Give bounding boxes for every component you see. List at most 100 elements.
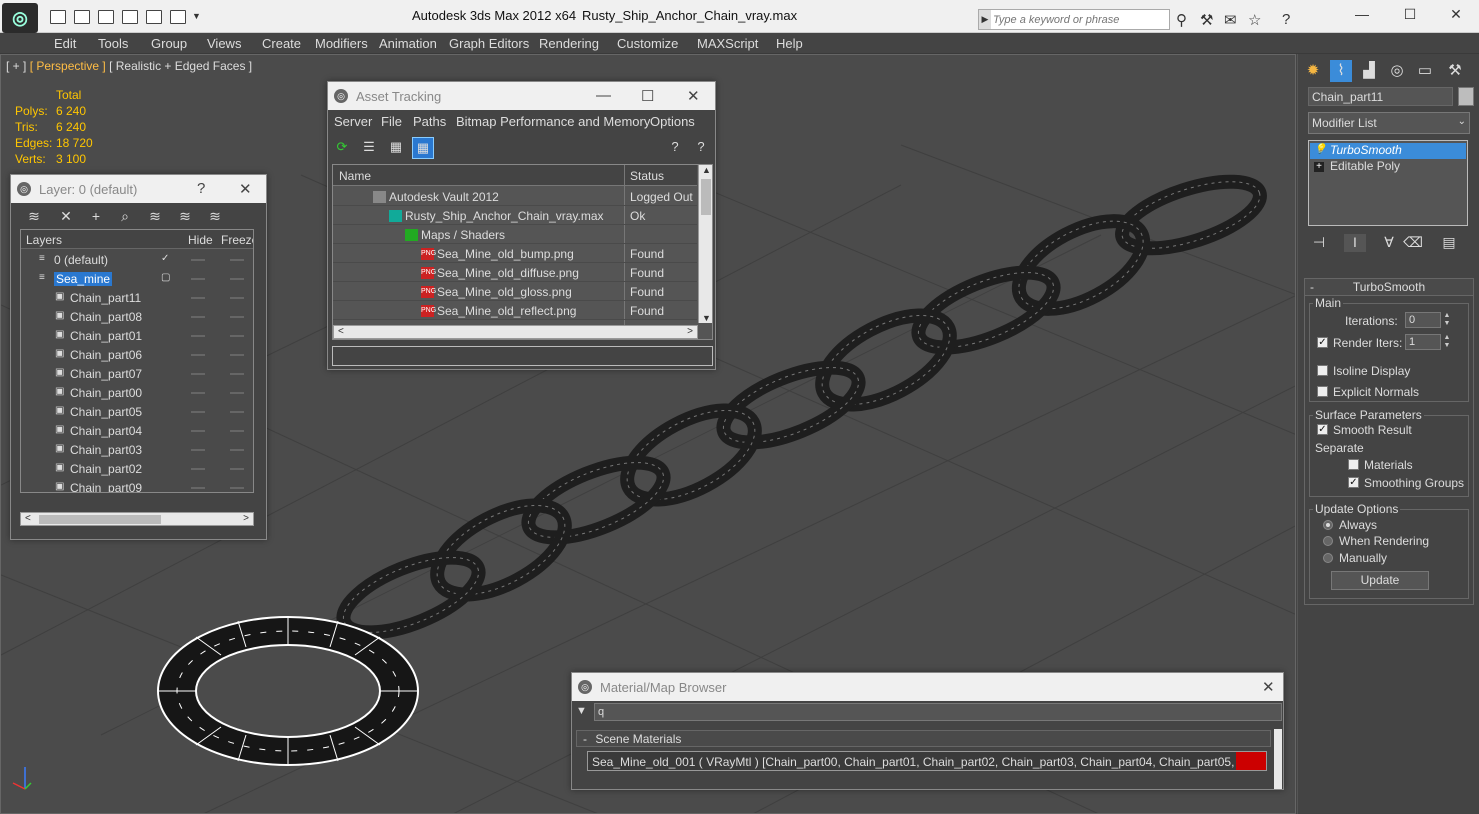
close-icon[interactable]: ✕ — [1262, 678, 1275, 696]
hide-toggle[interactable] — [191, 392, 205, 394]
viewport-shading-label[interactable]: [ Realistic + Edged Faces ] — [109, 59, 252, 73]
freeze-toggle[interactable] — [230, 449, 244, 451]
menu-customize[interactable]: Customize — [617, 36, 678, 51]
material-item[interactable]: Sea_Mine_old_001 ( VRayMtl ) [Chain_part… — [587, 751, 1267, 771]
minimize-icon[interactable]: — — [596, 87, 611, 104]
object-row[interactable]: ▣ Chain_part09 — [21, 478, 253, 492]
viewport-label[interactable]: [ + ] [ Perspective ] [ Realistic + Edge… — [6, 59, 252, 73]
stack-item-turbosmooth[interactable]: 💡 TurboSmooth — [1310, 143, 1466, 159]
scroll-thumb[interactable] — [701, 179, 711, 215]
render-iters-spinner[interactable]: 1 — [1405, 334, 1441, 350]
object-row[interactable]: ▣ Chain_part05 — [21, 402, 253, 421]
menu-rendering[interactable]: Rendering — [539, 36, 599, 51]
object-row[interactable]: ▣ Chain_part00 — [21, 383, 253, 402]
row-name[interactable]: Chain_part11 — [70, 291, 141, 305]
material-vertical-scrollbar[interactable] — [1274, 729, 1282, 789]
freeze-toggle[interactable] — [230, 373, 244, 375]
project-folder-icon[interactable] — [122, 10, 138, 24]
column-status[interactable]: Status — [630, 169, 664, 183]
minimize-icon[interactable]: — — [1352, 6, 1372, 24]
show-end-result-icon[interactable]: I — [1344, 234, 1366, 252]
object-color-swatch[interactable] — [1458, 87, 1474, 106]
menu-paths[interactable]: Paths — [413, 114, 446, 129]
menu-edit[interactable]: Edit — [54, 36, 76, 51]
row-name[interactable]: Chain_part05 — [70, 405, 142, 419]
menu-animation[interactable]: Animation — [379, 36, 437, 51]
close-icon[interactable]: ✕ — [687, 87, 700, 105]
lightbulb-icon[interactable]: 💡 — [1314, 144, 1326, 156]
object-row[interactable]: ▣ Chain_part11 — [21, 288, 253, 307]
hide-toggle[interactable] — [191, 487, 205, 489]
render-iters-checkbox[interactable]: ✓ — [1317, 337, 1328, 348]
menu-create[interactable]: Create — [262, 36, 301, 51]
hierarchy-tab-icon[interactable]: ▟ — [1358, 60, 1380, 82]
menu-graph-editors[interactable]: Graph Editors — [449, 36, 529, 51]
select-layer-icon[interactable]: ≋ — [146, 208, 164, 224]
column-hide[interactable]: Hide — [188, 233, 213, 247]
always-radio[interactable] — [1323, 520, 1333, 530]
materials-checkbox[interactable] — [1348, 459, 1359, 470]
pin-stack-icon[interactable]: ⊣ — [1308, 234, 1330, 252]
app-logo-icon[interactable]: ◎ — [2, 3, 38, 33]
hide-toggle[interactable] — [191, 297, 205, 299]
hide-toggle[interactable] — [191, 411, 205, 413]
undo-icon[interactable] — [146, 10, 162, 24]
utilities-tab-icon[interactable]: ⚒ — [1444, 60, 1466, 82]
object-row[interactable]: ▣ Chain_part07 — [21, 364, 253, 383]
row-name[interactable]: Sea_mine — [54, 272, 113, 286]
modifier-list-dropdown[interactable]: Modifier List ⌄ — [1308, 112, 1470, 134]
row-name[interactable]: Chain_part06 — [70, 348, 142, 362]
object-row[interactable]: ▣ Chain_part02 — [21, 459, 253, 478]
menu-modifiers[interactable]: Modifiers — [315, 36, 368, 51]
asset-vertical-scrollbar[interactable]: ▲ ▼ — [698, 165, 712, 323]
hide-toggle[interactable] — [191, 278, 205, 280]
smooth-result-checkbox[interactable]: ✓ — [1317, 424, 1328, 435]
asset-tracking-titlebar[interactable]: ◎ Asset Tracking — ☐ ✕ — [328, 82, 715, 110]
column-freeze[interactable]: Freeze — [221, 233, 253, 247]
freeze-toggle[interactable] — [230, 297, 244, 299]
asset-row[interactable]: Rusty_Ship_Anchor_Chain_vray.max Ok — [333, 206, 697, 225]
asset-row[interactable]: PNG Sea_Mine_old_bump.png Found — [333, 244, 697, 263]
object-row[interactable]: ▣ Chain_part01 — [21, 326, 253, 345]
table-view-icon[interactable]: ▦ — [412, 137, 434, 159]
scroll-right-icon[interactable]: > — [687, 326, 693, 337]
refresh-icon[interactable]: ⟳ — [331, 137, 353, 159]
add-to-layer-icon[interactable]: + — [87, 208, 105, 224]
freeze-toggle[interactable] — [230, 259, 244, 261]
help-icon[interactable]: ? — [664, 137, 686, 159]
material-browser-titlebar[interactable]: ◎ Material/Map Browser ✕ — [572, 673, 1283, 701]
explicit-normals-checkbox[interactable] — [1317, 386, 1328, 397]
layer-horizontal-scrollbar[interactable]: < > — [20, 512, 254, 526]
hide-toggle[interactable] — [191, 335, 205, 337]
layer-dialog-titlebar[interactable]: ◎ Layer: 0 (default) ? ✕ — [11, 175, 266, 203]
freeze-toggle[interactable] — [230, 278, 244, 280]
rollout-header[interactable]: - TurboSmooth — [1305, 279, 1473, 296]
select-objects-icon[interactable]: ⌕ — [116, 208, 134, 224]
row-name[interactable]: 0 (default) — [54, 253, 108, 267]
context-help-icon[interactable]: ? — [690, 137, 712, 159]
stack-item-editable-poly[interactable]: + Editable Poly — [1310, 159, 1466, 175]
menu-tools[interactable]: Tools — [98, 36, 128, 51]
new-layer-icon[interactable]: ≋ — [25, 208, 43, 224]
hide-toggle[interactable] — [191, 354, 205, 356]
hide-toggle[interactable] — [191, 468, 205, 470]
viewport-pov-label[interactable]: [ Perspective ] — [30, 59, 106, 73]
when-rendering-radio[interactable] — [1323, 536, 1333, 546]
object-row[interactable]: ▣ Chain_part03 — [21, 440, 253, 459]
menu-options[interactable]: Options — [650, 114, 695, 129]
asset-horizontal-scrollbar[interactable]: < > — [333, 325, 698, 339]
help-icon[interactable]: ? — [1282, 11, 1290, 28]
close-icon[interactable]: ✕ — [239, 180, 252, 198]
expand-plus-icon[interactable]: + — [1314, 162, 1324, 172]
scroll-right-icon[interactable]: > — [243, 513, 249, 524]
freeze-toggle[interactable] — [230, 354, 244, 356]
object-row[interactable]: ▣ Chain_part08 — [21, 307, 253, 326]
list-view-icon[interactable]: ☰ — [358, 137, 380, 159]
freeze-toggle[interactable] — [230, 316, 244, 318]
spinner-arrows-icon[interactable]: ▲ ▼ — [1442, 334, 1452, 350]
asset-row[interactable]: Maps / Shaders — [333, 225, 697, 244]
collapse-icon[interactable]: - — [1310, 279, 1314, 296]
infocenter-search[interactable]: ▶ — [978, 9, 1170, 30]
spinner-arrows-icon[interactable]: ▲ ▼ — [1442, 312, 1452, 328]
scroll-down-icon[interactable]: ▼ — [702, 313, 711, 323]
